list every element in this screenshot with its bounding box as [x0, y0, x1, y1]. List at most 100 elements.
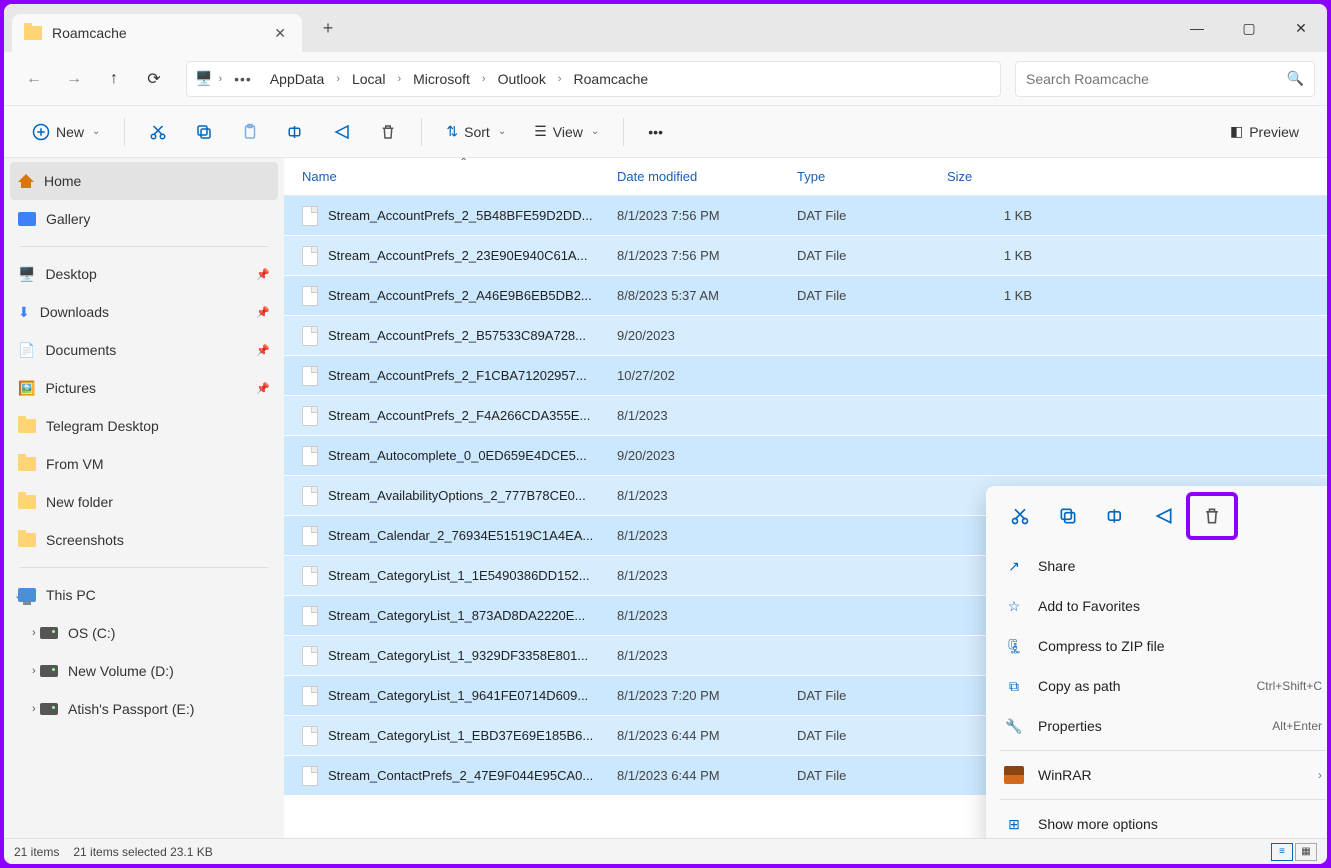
- sidebar-home[interactable]: Home: [10, 162, 278, 200]
- chevron-right-icon[interactable]: ›: [482, 73, 486, 85]
- search-box[interactable]: 🔍: [1015, 61, 1315, 97]
- breadcrumb-seg[interactable]: Roamcache: [568, 67, 655, 91]
- sidebar-pictures[interactable]: 🖼️Pictures📌: [4, 369, 284, 407]
- rename-button[interactable]: [277, 114, 315, 150]
- ctx-favorites-item[interactable]: ☆Add to Favorites: [992, 586, 1327, 626]
- col-type-header[interactable]: Type: [797, 169, 947, 184]
- share-button[interactable]: [323, 114, 361, 150]
- file-date: 8/1/2023 7:20 PM: [617, 688, 797, 703]
- sidebar-telegram[interactable]: Telegram Desktop: [4, 407, 284, 445]
- view-button[interactable]: ☰View⌄: [524, 114, 609, 150]
- details-view-button[interactable]: ≡: [1271, 843, 1293, 861]
- col-size-header[interactable]: Size: [947, 169, 1032, 184]
- sidebar-downloads[interactable]: ⬇Downloads📌: [4, 293, 284, 331]
- chevron-right-icon[interactable]: ›: [558, 73, 562, 85]
- winrar-icon: [1004, 766, 1024, 784]
- col-name-header[interactable]: ⌃Name: [302, 169, 617, 184]
- breadcrumb-seg[interactable]: Microsoft: [407, 67, 476, 91]
- file-name: Stream_AccountPrefs_2_F4A266CDA355E...: [328, 408, 617, 423]
- sidebar-gallery[interactable]: Gallery: [4, 200, 284, 238]
- more-button[interactable]: •••: [638, 114, 673, 150]
- more-icon: ⊞: [1004, 814, 1024, 834]
- file-date: 8/8/2023 5:37 AM: [617, 288, 797, 303]
- drive-icon: [40, 703, 58, 715]
- context-icon-row: [992, 492, 1327, 546]
- breadcrumb-seg[interactable]: Outlook: [492, 67, 552, 91]
- ctx-cut-button[interactable]: [998, 496, 1042, 536]
- file-row[interactable]: Stream_AccountPrefs_2_A46E9B6EB5DB2... 8…: [284, 276, 1327, 316]
- chevron-right-icon[interactable]: ›: [218, 73, 222, 85]
- file-row[interactable]: Stream_AccountPrefs_2_23E90E940C61A... 8…: [284, 236, 1327, 276]
- ctx-copy-button[interactable]: [1046, 496, 1090, 536]
- sidebar-drive-d[interactable]: ›New Volume (D:): [4, 652, 284, 690]
- sidebar-desktop[interactable]: 🖥️Desktop📌: [4, 255, 284, 293]
- path-overflow[interactable]: •••: [228, 67, 258, 91]
- ctx-winrar-item[interactable]: WinRAR›: [992, 755, 1327, 795]
- drive-icon: [40, 627, 58, 639]
- sidebar-documents[interactable]: 📄Documents📌: [4, 331, 284, 369]
- close-window-button[interactable]: ✕: [1275, 8, 1327, 48]
- file-row[interactable]: Stream_Autocomplete_0_0ED659E4DCE5... 9/…: [284, 436, 1327, 476]
- file-explorer-window: Roamcache ✕ + — ▢ ✕ ← → ↑ ⟳ 🖥️ › ••• App…: [4, 4, 1327, 864]
- cut-button[interactable]: [139, 114, 177, 150]
- file-icon: [302, 286, 318, 306]
- file-type: DAT File: [797, 688, 947, 703]
- ctx-delete-button[interactable]: [1190, 496, 1234, 536]
- paste-button[interactable]: [231, 114, 269, 150]
- ctx-share-item[interactable]: ↗Share: [992, 546, 1327, 586]
- file-date: 8/1/2023: [617, 408, 797, 423]
- chevron-right-icon[interactable]: ›: [32, 627, 36, 639]
- new-tab-button[interactable]: +: [312, 12, 344, 44]
- breadcrumb-seg[interactable]: Local: [346, 67, 391, 91]
- file-icon: [302, 326, 318, 346]
- chevron-right-icon[interactable]: ›: [32, 703, 36, 715]
- minimize-button[interactable]: —: [1171, 8, 1223, 48]
- file-row[interactable]: Stream_AccountPrefs_2_F4A266CDA355E... 8…: [284, 396, 1327, 436]
- chevron-right-icon[interactable]: ›: [336, 73, 340, 85]
- sidebar-screenshots[interactable]: Screenshots: [4, 521, 284, 559]
- preview-button[interactable]: ◧Preview: [1220, 114, 1309, 150]
- file-row[interactable]: Stream_AccountPrefs_2_F1CBA71202957... 1…: [284, 356, 1327, 396]
- ctx-share-button[interactable]: [1142, 496, 1186, 536]
- file-row[interactable]: Stream_AccountPrefs_2_5B48BFE59D2DD... 8…: [284, 196, 1327, 236]
- sidebar-thispc[interactable]: ⌄This PC: [4, 576, 284, 614]
- new-button[interactable]: New⌄: [22, 114, 110, 150]
- sidebar-newfolder[interactable]: New folder: [4, 483, 284, 521]
- close-tab-button[interactable]: ✕: [270, 21, 290, 46]
- search-input[interactable]: [1026, 71, 1287, 87]
- file-size: 1 KB: [947, 208, 1032, 223]
- file-icon: [302, 406, 318, 426]
- ctx-more-item[interactable]: ⊞Show more options: [992, 804, 1327, 838]
- sidebar-drive-c[interactable]: ›OS (C:): [4, 614, 284, 652]
- ctx-compress-item[interactable]: 🗜Compress to ZIP file: [992, 626, 1327, 666]
- file-date: 8/1/2023: [617, 568, 797, 583]
- chevron-right-icon[interactable]: ›: [32, 665, 36, 677]
- file-size: 1 KB: [947, 248, 1032, 263]
- active-tab[interactable]: Roamcache ✕: [12, 14, 302, 52]
- back-button[interactable]: ←: [16, 61, 52, 97]
- status-bar: 21 items 21 items selected 23.1 KB ≡ ▦: [4, 838, 1327, 864]
- address-bar[interactable]: 🖥️ › ••• AppData › Local › Microsoft › O…: [186, 61, 1001, 97]
- file-icon: [302, 206, 318, 226]
- forward-button[interactable]: →: [56, 61, 92, 97]
- ctx-rename-button[interactable]: [1094, 496, 1138, 536]
- titlebar: Roamcache ✕ + — ▢ ✕: [4, 4, 1327, 52]
- up-button[interactable]: ↑: [96, 61, 132, 97]
- maximize-button[interactable]: ▢: [1223, 8, 1275, 48]
- icons-view-button[interactable]: ▦: [1295, 843, 1317, 861]
- breadcrumb-seg[interactable]: AppData: [264, 67, 330, 91]
- ctx-copypath-item[interactable]: ⧉Copy as pathCtrl+Shift+C: [992, 666, 1327, 706]
- chevron-right-icon: ›: [1318, 768, 1322, 782]
- file-name: Stream_CategoryList_1_9641FE0714D609...: [328, 688, 617, 703]
- file-row[interactable]: Stream_AccountPrefs_2_B57533C89A728... 9…: [284, 316, 1327, 356]
- sort-button[interactable]: ⇅Sort⌄: [436, 114, 516, 150]
- sidebar-fromvm[interactable]: From VM: [4, 445, 284, 483]
- chevron-right-icon[interactable]: ›: [397, 73, 401, 85]
- file-name: Stream_CategoryList_1_1E5490386DD152...: [328, 568, 617, 583]
- sidebar-drive-e[interactable]: ›Atish's Passport (E:): [4, 690, 284, 728]
- copy-button[interactable]: [185, 114, 223, 150]
- ctx-properties-item[interactable]: 🔧PropertiesAlt+Enter: [992, 706, 1327, 746]
- col-date-header[interactable]: Date modified: [617, 169, 797, 184]
- delete-button[interactable]: [369, 114, 407, 150]
- refresh-button[interactable]: ⟳: [136, 61, 172, 97]
